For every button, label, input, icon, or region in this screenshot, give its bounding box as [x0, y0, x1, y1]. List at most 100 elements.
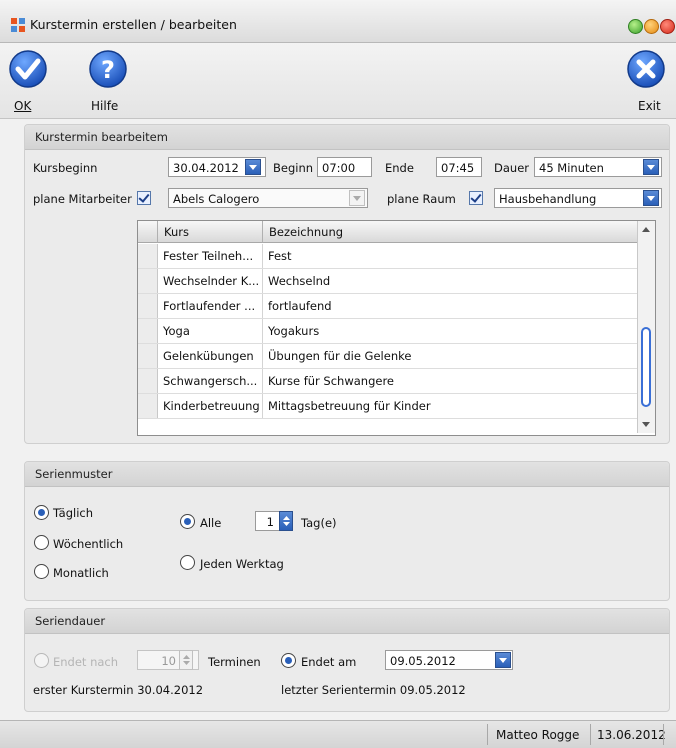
- jeden-werktag-radio[interactable]: [180, 555, 195, 570]
- status-date: 13.06.2012: [597, 728, 666, 742]
- ok-label: OK: [14, 99, 32, 113]
- spinner-arrows-icon: [183, 655, 190, 665]
- cell-bezeichnung: Wechselnd: [263, 269, 638, 293]
- jeden-werktag-label: Jeden Werktag: [200, 557, 284, 571]
- cell-bezeichnung: Fest: [263, 244, 638, 268]
- woechentlich-radio[interactable]: [34, 535, 49, 550]
- spinner-arrows-icon: [283, 516, 290, 526]
- row-header-corner: [138, 221, 158, 243]
- ende-label: Ende: [385, 161, 414, 175]
- checkmark-icon: [9, 50, 47, 88]
- cell-kurs: Wechselnder K...: [158, 269, 263, 293]
- mitarbeiter-dropdown[interactable]: [349, 190, 365, 206]
- serienmuster-header: Serienmuster: [25, 462, 669, 487]
- endet-am-date-field[interactable]: 09.05.2012: [385, 650, 513, 670]
- mitarbeiter-select[interactable]: Abels Calogero: [168, 188, 368, 208]
- scroll-down-arrow-icon[interactable]: [638, 416, 655, 433]
- toolbar: OK ? Hilfe Exit: [0, 43, 676, 119]
- woechentlich-label: Wöchentlich: [53, 537, 124, 551]
- raum-label: plane Raum: [387, 192, 456, 206]
- row-header: [138, 244, 158, 268]
- dauer-value: 45 Minuten: [539, 161, 604, 175]
- svg-text:?: ?: [101, 56, 115, 84]
- monatlich-label: Monatlich: [53, 566, 109, 580]
- raum-select[interactable]: Hausbehandlung: [494, 188, 662, 208]
- raum-dropdown[interactable]: [643, 190, 659, 206]
- cell-kurs: Kinderbetreuung: [158, 394, 263, 418]
- status-divider: [663, 724, 664, 745]
- mitarbeiter-value: Abels Calogero: [173, 192, 260, 206]
- cell-kurs: Gelenkübungen: [158, 344, 263, 368]
- endet-nach-radio[interactable]: [34, 653, 49, 668]
- column-header-bezeichnung[interactable]: Bezeichnung: [263, 221, 638, 243]
- exit-button[interactable]: Exit: [626, 49, 666, 115]
- table-row[interactable]: Kinderbetreuung Mittagsbetreuung für Kin…: [138, 394, 638, 419]
- ende-time-value: 07:45: [441, 161, 475, 175]
- close-window-button[interactable]: [660, 19, 675, 34]
- table-row[interactable]: Schwangersch... Kurse für Schwangere: [138, 369, 638, 394]
- maximize-button[interactable]: [644, 19, 659, 34]
- dauer-dropdown[interactable]: [643, 159, 659, 175]
- kursbeginn-label: Kursbeginn: [33, 161, 98, 175]
- row-header: [138, 369, 158, 393]
- status-divider: [487, 724, 488, 745]
- mitarbeiter-checkbox[interactable]: [137, 191, 151, 205]
- kursbeginn-date-dropdown[interactable]: [245, 159, 261, 175]
- dauer-label: Dauer: [494, 161, 529, 175]
- interval-value: 1: [266, 515, 274, 529]
- status-divider: [590, 724, 591, 745]
- cell-bezeichnung: fortlaufend: [263, 294, 638, 318]
- tage-label: Tag(e): [301, 516, 337, 530]
- cell-kurs: Fester Teilneh...: [158, 244, 263, 268]
- alle-radio[interactable]: [180, 514, 195, 529]
- scroll-up-arrow-icon[interactable]: [638, 221, 655, 238]
- exit-label: Exit: [638, 99, 661, 113]
- table-row[interactable]: Fortlaufender ... fortlaufend: [138, 294, 638, 319]
- monatlich-radio[interactable]: [34, 564, 49, 579]
- row-header: [138, 394, 158, 418]
- cell-kurs: Schwangersch...: [158, 369, 263, 393]
- raum-checkbox[interactable]: [469, 191, 483, 205]
- cell-bezeichnung: Übungen für die Gelenke: [263, 344, 638, 368]
- seriendauer-header: Seriendauer: [25, 609, 669, 634]
- erster-kurstermin-text: erster Kurstermin 30.04.2012: [33, 683, 204, 697]
- termine-spinner-arrows[interactable]: [179, 650, 193, 670]
- ok-button[interactable]: OK: [8, 49, 48, 115]
- table-row[interactable]: Wechselnder K... Wechselnd: [138, 269, 638, 294]
- table-row[interactable]: Gelenkübungen Übungen für die Gelenke: [138, 344, 638, 369]
- termine-value: 10: [161, 654, 176, 668]
- endet-am-date-value: 09.05.2012: [390, 654, 456, 668]
- beginn-time-field[interactable]: 07:00: [317, 157, 372, 177]
- help-label: Hilfe: [91, 99, 119, 113]
- table-vertical-scrollbar[interactable]: [637, 221, 655, 433]
- taeglich-radio[interactable]: [34, 505, 49, 520]
- endet-am-date-dropdown[interactable]: [495, 652, 511, 668]
- kursbeginn-date-value: 30.04.2012: [173, 161, 239, 175]
- interval-spinner-arrows[interactable]: [279, 511, 293, 531]
- raum-value: Hausbehandlung: [499, 192, 597, 206]
- alle-label: Alle: [200, 516, 222, 530]
- endet-am-radio[interactable]: [281, 653, 296, 668]
- row-header: [138, 294, 158, 318]
- cell-kurs: Fortlaufender ...: [158, 294, 263, 318]
- minimize-button[interactable]: [628, 19, 643, 34]
- endet-am-label: Endet am: [301, 655, 357, 669]
- status-bar: Matteo Rogge 13.06.2012: [0, 720, 676, 748]
- ende-time-field[interactable]: 07:45: [436, 157, 482, 177]
- app-icon: [11, 18, 25, 32]
- beginn-label: Beginn: [273, 161, 314, 175]
- letzter-serientermin-text: letzter Serientermin 09.05.2012: [281, 683, 466, 697]
- table-row[interactable]: Fester Teilneh... Fest: [138, 244, 638, 269]
- kurs-table: Kurs Bezeichnung Fester Teilneh... Fest …: [137, 220, 656, 436]
- endet-nach-label: Endet nach: [53, 655, 119, 669]
- table-row[interactable]: Yoga Yogakurs: [138, 319, 638, 344]
- taeglich-label: Täglich: [53, 506, 94, 520]
- cell-kurs: Yoga: [158, 319, 263, 343]
- cell-bezeichnung: Kurse für Schwangere: [263, 369, 638, 393]
- column-header-kurs[interactable]: Kurs: [158, 221, 263, 243]
- help-button[interactable]: ? Hilfe: [88, 49, 128, 115]
- beginn-time-value: 07:00: [322, 161, 356, 175]
- scrollbar-thumb[interactable]: [641, 327, 651, 407]
- row-header: [138, 269, 158, 293]
- terminen-label: Terminen: [208, 655, 261, 669]
